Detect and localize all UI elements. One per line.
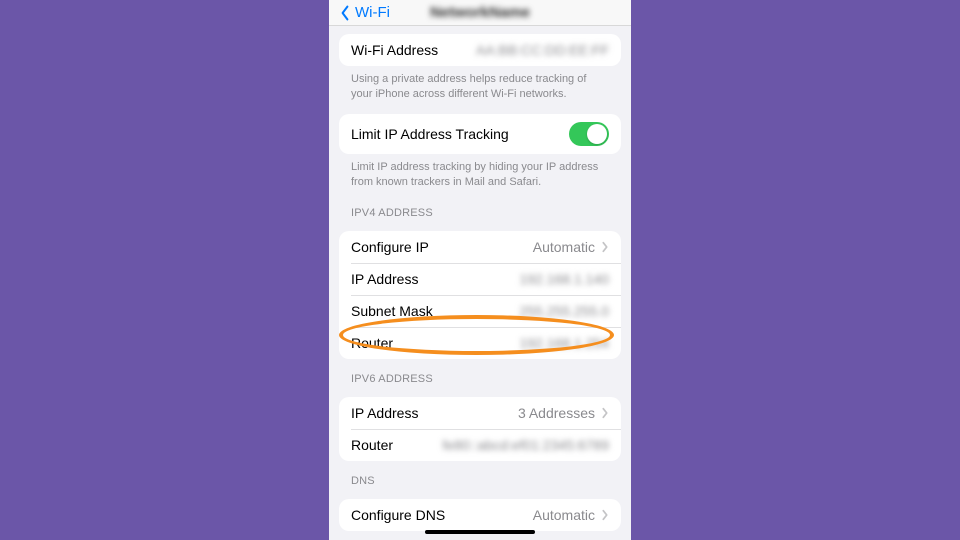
chevron-right-icon — [601, 241, 609, 253]
ipv4-router-value: 192.168.1.254 — [519, 335, 609, 351]
back-label: Wi-Fi — [355, 4, 390, 21]
limit-ip-label: Limit IP Address Tracking — [351, 126, 509, 142]
ipv4-subnet-label: Subnet Mask — [351, 303, 433, 319]
ipv4-subnet-row: Subnet Mask 255.255.255.0 — [339, 295, 621, 327]
home-indicator — [425, 530, 535, 534]
ipv4-router-row: Router 192.168.1.254 — [339, 327, 621, 359]
ipv4-subnet-value: 255.255.255.0 — [519, 303, 609, 319]
chevron-left-icon — [339, 5, 351, 21]
ipv6-router-value: fe80::abcd:ef01:2345:6789 — [442, 437, 609, 453]
limit-ip-toggle[interactable] — [569, 122, 609, 146]
ipv6-ip-row[interactable]: IP Address 3 Addresses — [339, 397, 621, 429]
wifi-address-row: Wi-Fi Address AA:BB:CC:DD:EE:FF — [339, 34, 621, 66]
configure-dns-row[interactable]: Configure DNS Automatic — [339, 499, 621, 531]
limit-ip-group: Limit IP Address Tracking — [339, 114, 621, 154]
dns-section-header: DNS — [329, 461, 631, 491]
settings-content: Wi-Fi Address AA:BB:CC:DD:EE:FF Using a … — [329, 26, 631, 540]
ipv6-router-label: Router — [351, 437, 393, 453]
ipv4-ip-label: IP Address — [351, 271, 418, 287]
ipv6-section-header: IPV6 ADDRESS — [329, 359, 631, 389]
limit-ip-row: Limit IP Address Tracking — [339, 114, 621, 154]
back-button[interactable]: Wi-Fi — [339, 4, 390, 21]
limit-ip-footer: Limit IP address tracking by hiding your… — [329, 154, 631, 194]
ipv4-group: Configure IP Automatic IP Address 192.16… — [339, 231, 621, 359]
ipv6-router-row: Router fe80::abcd:ef01:2345:6789 — [339, 429, 621, 461]
dns-group: Configure DNS Automatic — [339, 499, 621, 531]
ipv6-ip-value-text: 3 Addresses — [518, 405, 595, 421]
navigation-bar: Wi-Fi NetworkName — [329, 0, 631, 26]
configure-ip-row[interactable]: Configure IP Automatic — [339, 231, 621, 263]
wifi-address-group: Wi-Fi Address AA:BB:CC:DD:EE:FF — [339, 34, 621, 66]
ipv6-ip-value: 3 Addresses — [518, 405, 609, 421]
configure-dns-value-text: Automatic — [533, 507, 595, 523]
chevron-right-icon — [601, 407, 609, 419]
configure-ip-value: Automatic — [533, 239, 609, 255]
ipv4-ip-row: IP Address 192.168.1.140 — [339, 263, 621, 295]
configure-ip-value-text: Automatic — [533, 239, 595, 255]
wifi-address-footer: Using a private address helps reduce tra… — [329, 66, 631, 106]
configure-dns-label: Configure DNS — [351, 507, 445, 523]
ipv4-section-header: IPV4 ADDRESS — [329, 193, 631, 223]
ipv6-ip-label: IP Address — [351, 405, 418, 421]
chevron-right-icon — [601, 509, 609, 521]
ipv4-ip-value: 192.168.1.140 — [519, 271, 609, 287]
configure-ip-label: Configure IP — [351, 239, 429, 255]
ipv6-group: IP Address 3 Addresses Router fe80::abcd… — [339, 397, 621, 461]
wifi-address-label: Wi-Fi Address — [351, 42, 438, 58]
ipv4-router-label: Router — [351, 335, 393, 351]
wifi-address-value: AA:BB:CC:DD:EE:FF — [476, 42, 609, 58]
phone-screen: Wi-Fi NetworkName Wi-Fi Address AA:BB:CC… — [329, 0, 631, 540]
configure-dns-value: Automatic — [533, 507, 609, 523]
